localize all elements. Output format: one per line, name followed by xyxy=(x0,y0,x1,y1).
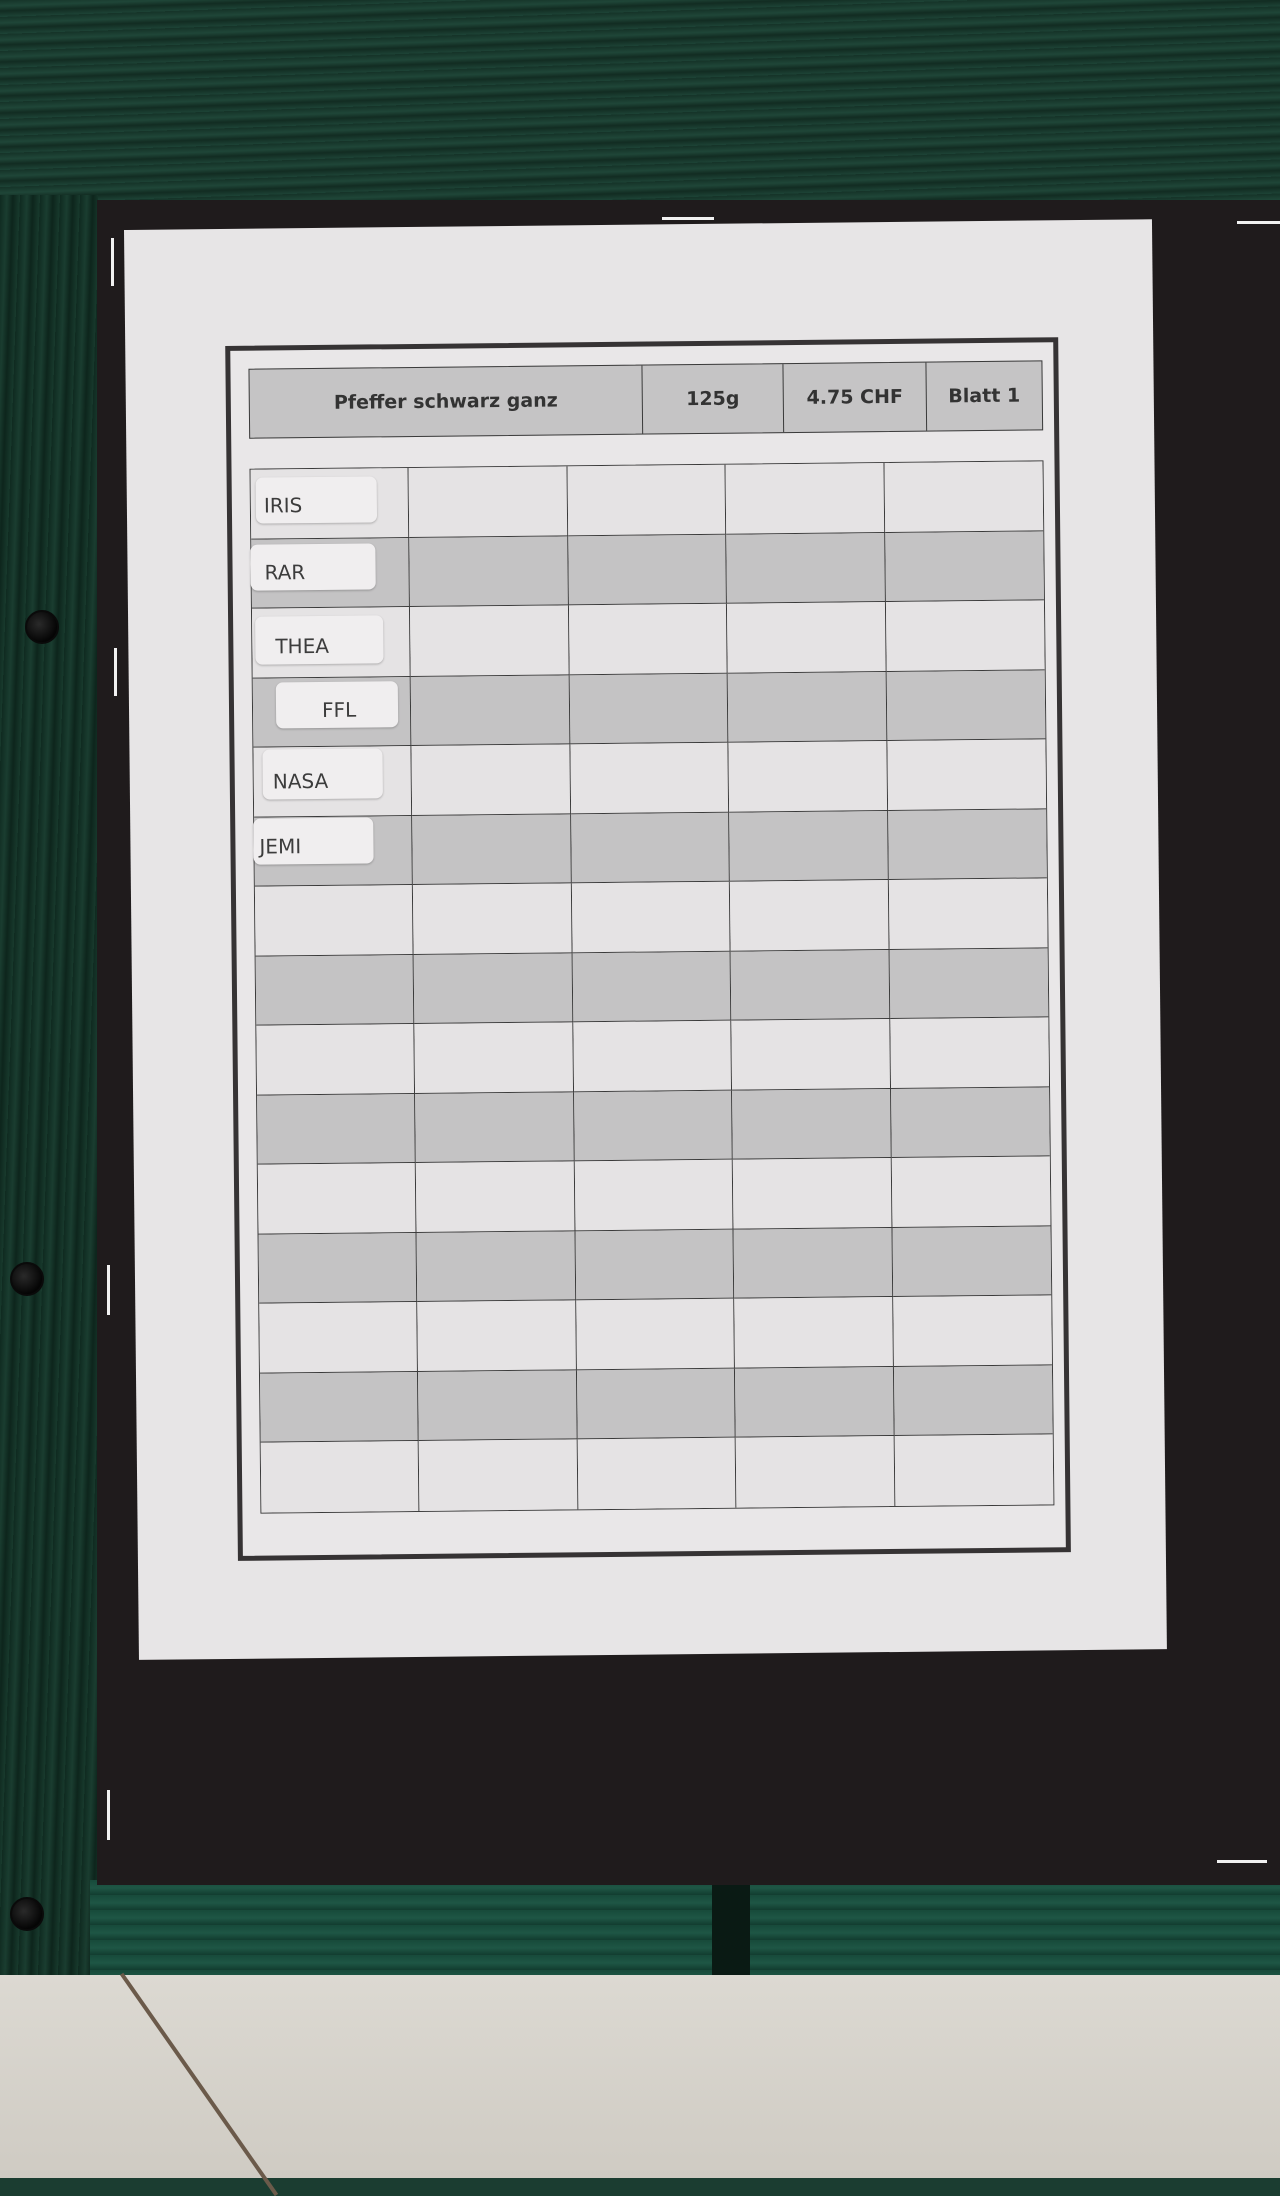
wood-board-top xyxy=(0,0,1280,205)
grid-cell xyxy=(417,1300,577,1372)
name-label: IRIS xyxy=(255,476,378,524)
grid-cell xyxy=(890,1087,1050,1159)
grid-cell xyxy=(892,1295,1052,1367)
grid-cell xyxy=(416,1231,577,1303)
grid-cell xyxy=(260,1441,420,1513)
sheet-header: Pfeffer schwarz ganz 125g 4.75 CHF Blatt… xyxy=(248,360,1044,439)
grid-cell xyxy=(257,1093,417,1165)
screw-icon xyxy=(10,1897,44,1931)
grid-cell xyxy=(734,1297,894,1369)
grid-cell xyxy=(571,881,731,954)
paper-sheet: Pfeffer schwarz ganz 125g 4.75 CHF Blatt… xyxy=(124,219,1167,1660)
grid-cell xyxy=(886,669,1046,742)
grid-cell xyxy=(730,949,890,1021)
grid-cell xyxy=(569,673,729,745)
name-label: RAR xyxy=(250,543,376,591)
grid-cell xyxy=(725,463,885,535)
staple xyxy=(114,648,117,696)
grid-cell xyxy=(729,810,889,882)
screw-icon xyxy=(25,610,59,644)
grid-cell xyxy=(884,530,1044,603)
grid-cell xyxy=(574,1160,734,1232)
grid-cell xyxy=(570,742,730,815)
grid-cell xyxy=(412,814,572,886)
name-label: FFL xyxy=(275,681,399,729)
grid-cell xyxy=(884,461,1044,533)
grid-cell xyxy=(733,1227,893,1300)
grid-cell xyxy=(727,671,887,743)
grid-cell xyxy=(572,951,732,1023)
grid-cell xyxy=(886,739,1047,811)
grid-cell xyxy=(732,1088,892,1161)
product-name: Pfeffer schwarz ganz xyxy=(249,365,644,438)
grid-cell xyxy=(735,1436,895,1508)
grid-cell xyxy=(258,1232,418,1305)
grid-cell xyxy=(408,466,569,538)
grid-cell xyxy=(418,1370,578,1442)
name-label: THEA xyxy=(255,615,384,665)
product-weight: 125g xyxy=(642,364,785,434)
grid-cell xyxy=(576,1299,736,1371)
grid-cell xyxy=(413,883,573,955)
grid-cell xyxy=(573,1090,733,1162)
grid-cell xyxy=(889,1017,1050,1089)
grid-cell xyxy=(731,1019,891,1091)
grid-cell xyxy=(409,535,569,608)
grid-cell xyxy=(732,1158,893,1230)
staple xyxy=(107,1265,110,1315)
grid-cell xyxy=(573,1020,733,1093)
grid-cell xyxy=(568,603,728,675)
grid-cell xyxy=(575,1229,735,1301)
grid-cell xyxy=(416,1161,576,1233)
staple xyxy=(1237,221,1280,224)
grid-cell xyxy=(254,885,414,957)
grid-cell xyxy=(257,1163,417,1235)
grid-cell xyxy=(577,1438,737,1510)
wood-board-bottom xyxy=(90,1880,1280,1975)
grid-cell xyxy=(410,605,570,677)
grid-cell xyxy=(414,1022,574,1094)
grid-cell xyxy=(735,1366,895,1439)
staple xyxy=(662,217,714,220)
sheet-number: Blatt 1 xyxy=(948,384,1021,408)
grid-cell xyxy=(730,880,890,952)
grid-cell xyxy=(726,532,886,604)
name-label: JEMI xyxy=(253,817,374,865)
grid-cell xyxy=(411,674,571,747)
grid-cell xyxy=(570,812,731,884)
grid-cell xyxy=(888,878,1048,950)
grid-cell xyxy=(885,600,1045,672)
grid-cell xyxy=(256,1024,416,1096)
grid-cell xyxy=(419,1439,579,1511)
wood-board-left xyxy=(0,195,98,2040)
grid-cell xyxy=(259,1371,420,1444)
grid-cell xyxy=(255,954,415,1026)
grid-cell xyxy=(568,534,728,606)
staple xyxy=(111,238,114,286)
grid-cell xyxy=(567,464,727,536)
grid-cell xyxy=(891,1156,1051,1228)
grid-cell xyxy=(894,1434,1054,1506)
name-label: NASA xyxy=(262,748,383,800)
grid-cell xyxy=(259,1302,419,1374)
grid-cell xyxy=(893,1365,1053,1437)
grid-cell xyxy=(413,953,574,1025)
grid-cell xyxy=(889,948,1049,1020)
grid-cell xyxy=(727,602,887,674)
grid-cell xyxy=(576,1368,736,1440)
board-seam xyxy=(712,1885,750,1975)
grid-cell xyxy=(892,1226,1052,1298)
grid-cell xyxy=(411,744,571,816)
staple xyxy=(1217,1860,1267,1863)
staple xyxy=(107,1790,110,1840)
product-price: 4.75 CHF xyxy=(783,362,928,433)
grid-cell xyxy=(728,741,888,813)
grid-cell xyxy=(887,809,1047,881)
grid-cell xyxy=(415,1092,575,1164)
screw-icon xyxy=(10,1262,44,1296)
sheet-frame: Pfeffer schwarz ganz 125g 4.75 CHF Blatt… xyxy=(225,337,1071,1561)
